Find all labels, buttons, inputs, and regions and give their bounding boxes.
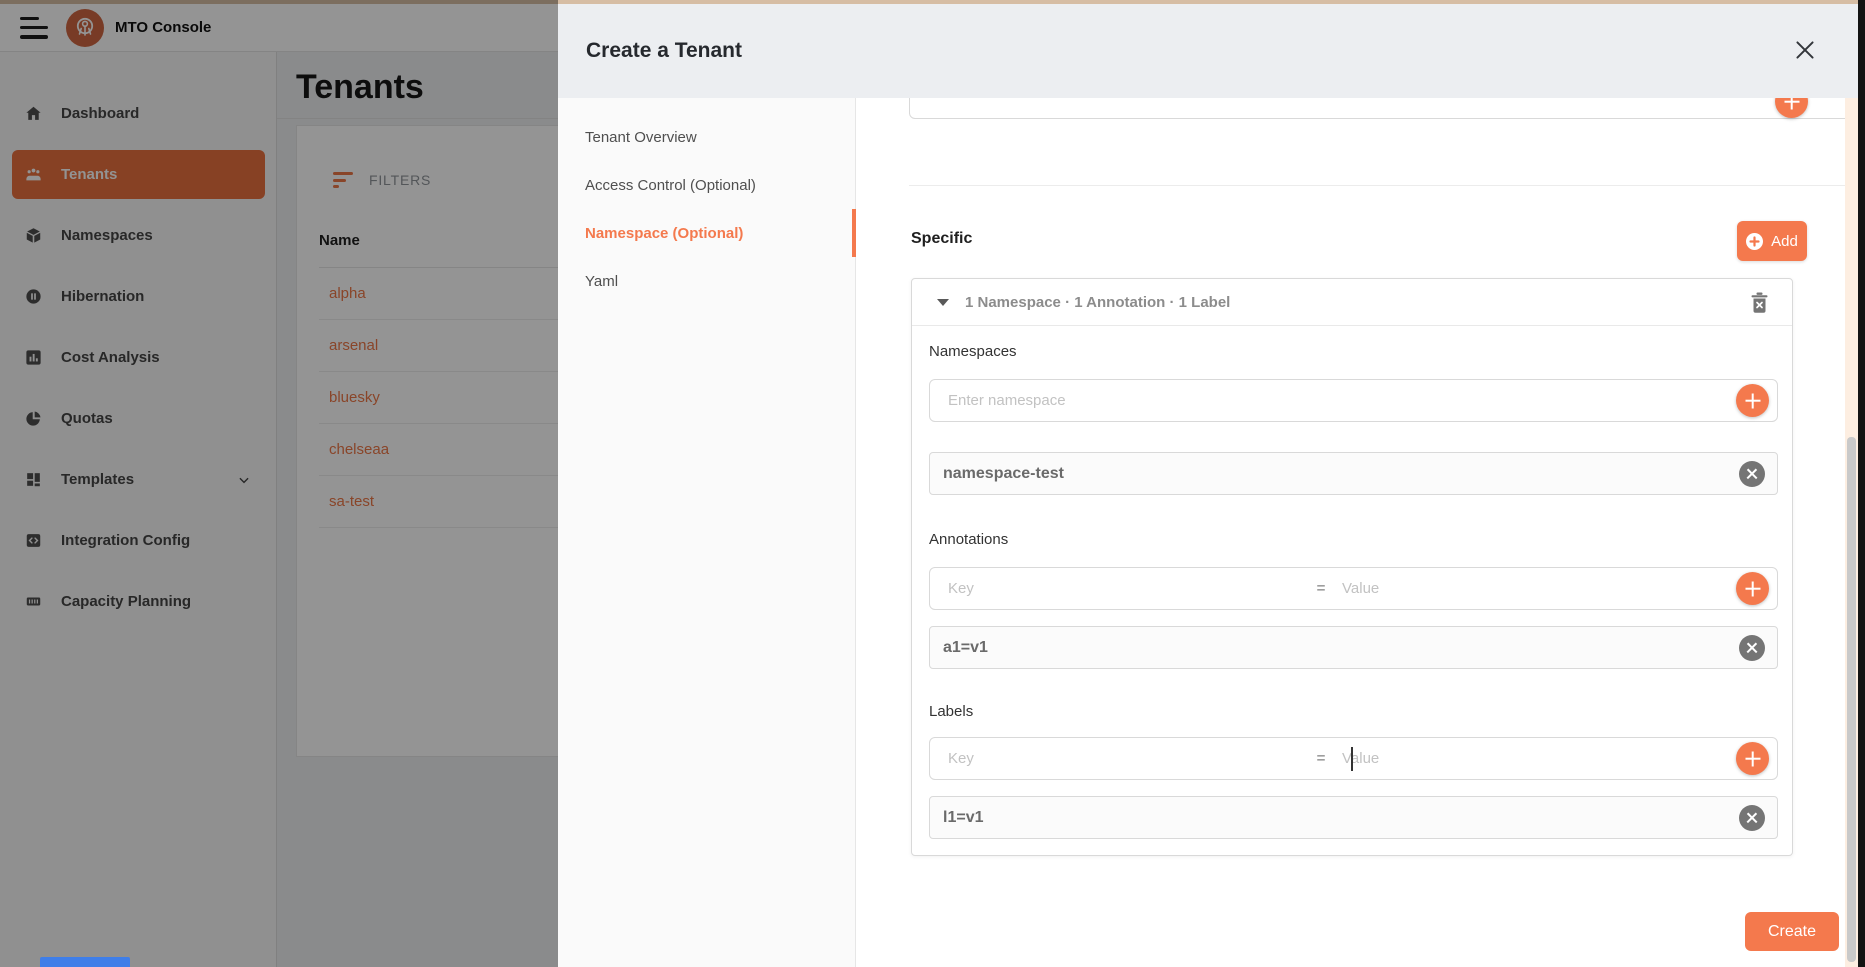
namespaces-label: Namespaces: [929, 343, 1017, 360]
annotation-value-input[interactable]: [1336, 568, 1736, 609]
clipped-input-above[interactable]: [909, 98, 1845, 119]
modal-nav-namespace[interactable]: Namespace (Optional): [558, 209, 856, 257]
annotation-chip: a1=v1: [929, 626, 1778, 669]
namespace-group-panel: 1 Namespace · 1 Annotation · 1 Label Nam…: [911, 278, 1793, 856]
annotation-key-input[interactable]: [930, 568, 1306, 609]
add-annotation-button[interactable]: [1736, 572, 1769, 605]
labels-label: Labels: [929, 703, 973, 720]
section-divider: [909, 185, 1845, 186]
namespace-chip: namespace-test: [929, 452, 1778, 495]
taskbar-peek-artifact: [40, 957, 130, 967]
label-input-row: =: [929, 737, 1778, 780]
remove-namespace-button[interactable]: [1739, 461, 1765, 487]
remove-label-button[interactable]: [1739, 805, 1765, 831]
namespace-input[interactable]: [930, 380, 1736, 421]
delete-trash-icon[interactable]: [1750, 292, 1769, 313]
modal-nav-tenant-overview[interactable]: Tenant Overview: [558, 113, 856, 161]
add-label-button[interactable]: [1736, 742, 1769, 775]
group-summary: 1 Namespace · 1 Annotation · 1 Label: [965, 294, 1230, 311]
namespace-input-row: [929, 379, 1778, 422]
create-button[interactable]: Create: [1745, 912, 1839, 951]
modal-nav-yaml[interactable]: Yaml: [558, 257, 856, 305]
remove-annotation-button[interactable]: [1739, 635, 1765, 661]
group-panel-header[interactable]: 1 Namespace · 1 Annotation · 1 Label: [912, 279, 1792, 326]
modal-title: Create a Tenant: [586, 39, 742, 63]
label-key-input[interactable]: [930, 738, 1306, 779]
specific-section-title: Specific: [911, 230, 972, 248]
plus-circle-icon: [1746, 233, 1763, 250]
text-cursor: [1351, 747, 1353, 771]
modal-nav-list: Tenant Overview Access Control (Optional…: [558, 113, 856, 305]
add-button-label: Add: [1771, 233, 1798, 250]
add-button[interactable]: Add: [1737, 221, 1807, 261]
namespace-chip-value: namespace-test: [943, 465, 1739, 483]
label-chip-value: l1=v1: [943, 809, 1739, 827]
add-namespace-button[interactable]: [1736, 384, 1769, 417]
screen: MTO Console Dashboard Tenants Namespaces…: [0, 0, 1865, 967]
annotation-input-row: =: [929, 567, 1778, 610]
scrollbar-thumb[interactable]: [1847, 437, 1856, 962]
collapse-caret-icon[interactable]: [937, 299, 949, 306]
annotation-chip-value: a1=v1: [943, 639, 1739, 657]
modal-header: Create a Tenant: [558, 4, 1858, 98]
label-chip: l1=v1: [929, 796, 1778, 839]
close-icon[interactable]: [1792, 37, 1818, 63]
equals-sign: =: [1306, 750, 1336, 767]
modal-nav-access-control[interactable]: Access Control (Optional): [558, 161, 856, 209]
screen-edge: [1858, 0, 1865, 967]
equals-sign: =: [1306, 580, 1336, 597]
modal-nav: Tenant Overview Access Control (Optional…: [558, 98, 856, 967]
label-value-input[interactable]: [1336, 738, 1736, 779]
modal-content: Specific Add 1 Namespace · 1 Annotation …: [856, 98, 1845, 967]
annotations-label: Annotations: [929, 531, 1008, 548]
